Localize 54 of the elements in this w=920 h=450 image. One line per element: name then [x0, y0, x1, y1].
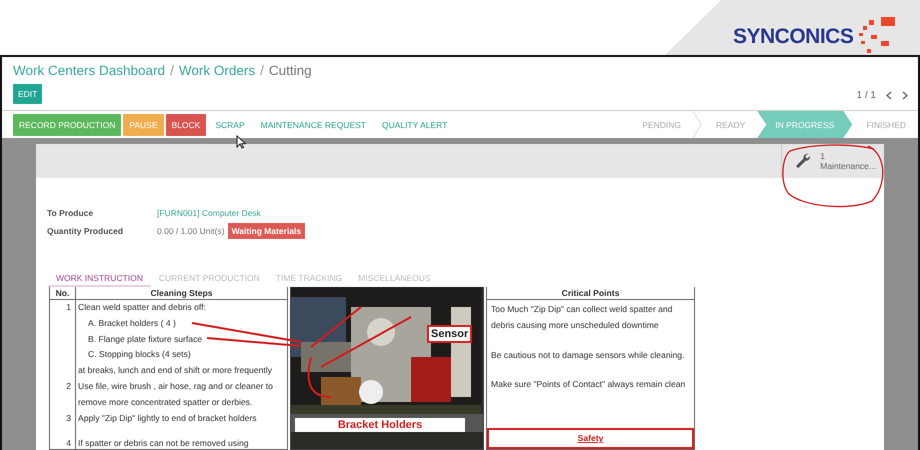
step-text: at breaks, lunch and end of shift or more frequently [77, 364, 272, 378]
step-number: 1 [65, 301, 72, 314]
chevron-icon [692, 111, 702, 138]
action-button[interactable]: SCRAP [208, 114, 252, 136]
edit-button[interactable]: EDIT [13, 84, 42, 104]
step-text: Clean weld spatter and debris off: [77, 301, 207, 314]
photo-caption: Bracket Holders [295, 418, 465, 432]
column-header: Critical Points [487, 287, 694, 300]
action-button[interactable]: PAUSE [123, 114, 164, 136]
critical-point-text: Make sure "Points of Contact" always remain clean [491, 378, 686, 392]
field-value: 0.00 / 1.00 Unit(s) [157, 226, 225, 236]
brand-logo: SYNCONICS [733, 25, 854, 49]
stage-step[interactable]: IN PROGRESS [757, 111, 852, 138]
chevron-right-icon[interactable] [902, 91, 908, 100]
stage-step[interactable]: READY [702, 111, 758, 138]
breadcrumb-item: Cutting [268, 63, 312, 78]
step-text: Use file, wire brush , air hose, rag and or cleaner to [77, 380, 273, 393]
stage-step[interactable]: PENDING [628, 111, 693, 138]
wrench-icon [796, 153, 812, 169]
breadcrumb-item[interactable]: Work Orders [178, 63, 256, 78]
tab[interactable]: MISCELLANEOUS [350, 270, 439, 287]
stage-step[interactable]: FINISHED [852, 111, 918, 138]
action-button[interactable]: BLOCK [166, 114, 206, 136]
step-number: 3 [65, 412, 72, 425]
chevron-left-icon[interactable] [886, 91, 892, 100]
sensor-label: Sensor [427, 325, 472, 343]
tab[interactable]: WORK INSTRUCTION [48, 270, 151, 287]
step-text: C. Stopping blocks (4 sets) [87, 348, 192, 362]
column-header: Cleaning Steps [76, 287, 287, 300]
action-button[interactable]: QUALITY ALERT [374, 114, 454, 136]
breadcrumb-separator: / [260, 63, 264, 78]
step-text: Apply "Zip Dip" lightly to end of bracket holders [77, 412, 257, 425]
field-label: To Produce [47, 208, 94, 218]
pager-count: 1 / 1 [856, 90, 876, 101]
status-badge: Waiting Materials [228, 223, 306, 239]
cursor-icon [236, 135, 246, 149]
critical-point-text: Too Much "Zip Dip" can collect weld spatter and debris causing more unscheduled downtime [491, 303, 674, 332]
critical-point-text: Be cautious not to damage sensors while cleaning. [491, 348, 686, 362]
tab[interactable]: TIME TRACKING [268, 270, 350, 287]
breadcrumb-item[interactable]: Work Centers Dashboard [13, 63, 166, 78]
step-number: 4 [65, 437, 72, 450]
breadcrumb-separator: / [170, 63, 174, 78]
safety-box: Safety [487, 428, 694, 449]
action-button[interactable]: RECORD PRODUCTION [13, 114, 122, 136]
field-value[interactable]: [FURN001] Computer Desk [157, 208, 261, 218]
tab[interactable]: CURRENT PRODUCTION [150, 270, 268, 287]
action-button[interactable]: MAINTENANCE REQUEST [254, 114, 373, 136]
step-number: 2 [65, 380, 72, 393]
step-text: If spatter or debris can not be removed using [77, 437, 249, 450]
step-text: B. Flange plate fixture surface [87, 332, 204, 346]
step-text: A. Bracket holders ( 4 ) [87, 316, 177, 330]
step-text: remove more concentrated spatter or derbies. [77, 396, 254, 409]
field-label: Quantity Produced [47, 226, 124, 236]
column-header: No. [50, 287, 75, 300]
